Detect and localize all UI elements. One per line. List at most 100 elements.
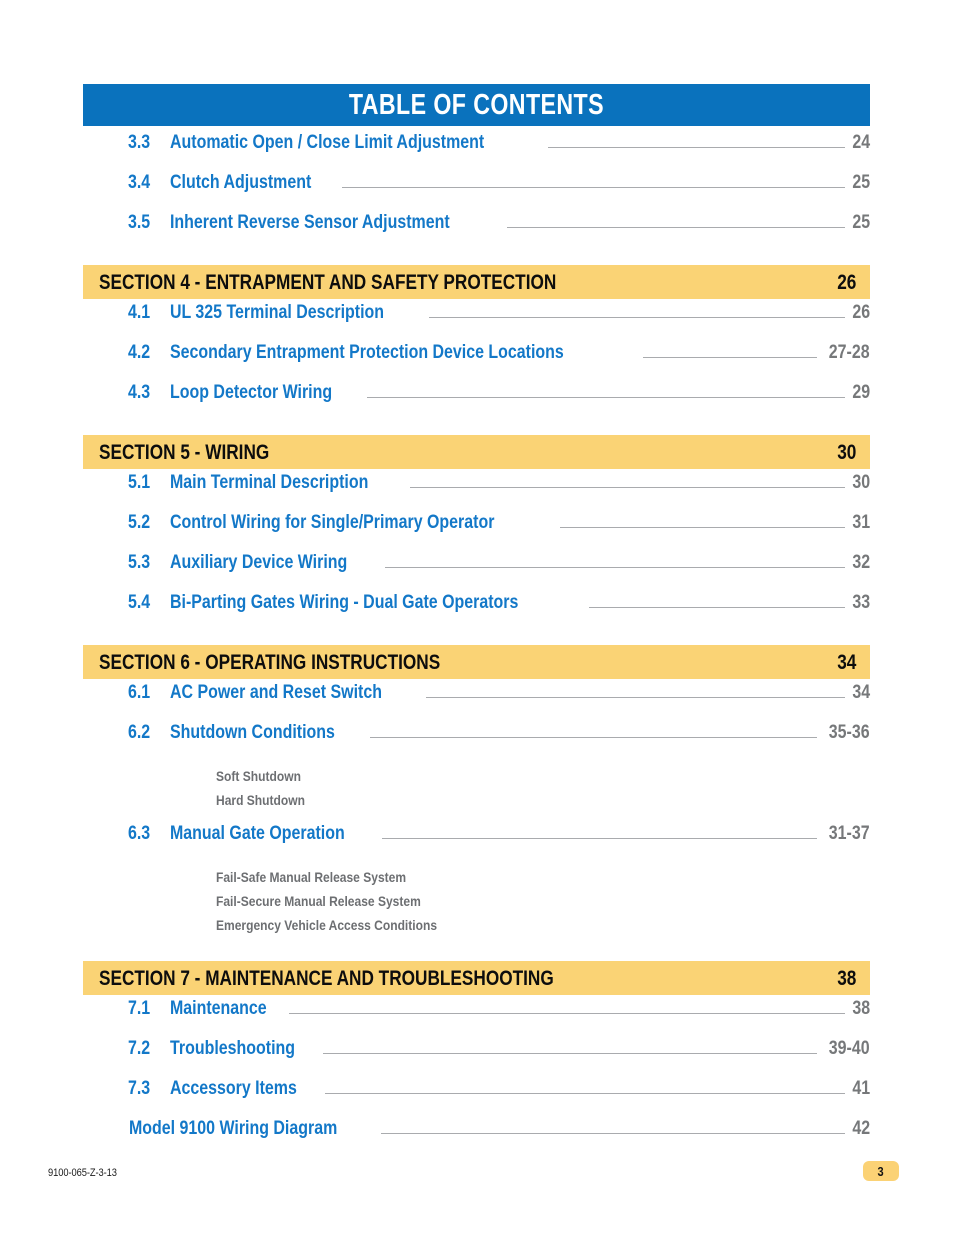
section-header-page-number: 34 [836, 650, 856, 674]
page-title: TABLE OF CONTENTS [348, 88, 605, 121]
toc-entry-page-number: 33 [852, 592, 870, 613]
toc-leader-line [410, 486, 845, 488]
toc-leader-line [381, 837, 818, 839]
toc-leader-line [506, 226, 845, 228]
toc-entry-title: Automatic Open / Close Limit Adjustment [170, 132, 485, 153]
section-header-title: SECTION 6 - OPERATING INSTRUCTIONS [99, 650, 441, 674]
toc-entry-number: 7.2 [128, 1038, 151, 1059]
section-header-title: SECTION 7 - MAINTENANCE AND TROUBLESHOOT… [99, 966, 554, 990]
toc-entry-title: Maintenance [170, 998, 267, 1019]
toc-entry-number: 3.5 [128, 212, 151, 233]
toc-leader-line [548, 146, 845, 148]
toc-entry-page-number: 31 [852, 512, 870, 533]
toc-entry-row[interactable]: 4.2 Secondary Entrapment Protection Devic… [83, 343, 870, 383]
table-of-contents-list: 3.3 Automatic Open / Close Limit Adjustme… [83, 133, 870, 1159]
toc-entry-row[interactable]: 4.1 UL 325 Terminal Description 26 [83, 303, 870, 343]
toc-leader-line [322, 1052, 818, 1054]
toc-entry-row[interactable]: 6.2 Shutdown Conditions 35-36 [83, 723, 870, 763]
section-header-bar[interactable]: SECTION 6 - OPERATING INSTRUCTIONS 34 [83, 645, 870, 679]
toc-leader-line [370, 736, 818, 738]
toc-entry-title: Inherent Reverse Sensor Adjustment [170, 212, 450, 233]
toc-entry-page-number: 27-28 [829, 342, 870, 363]
toc-entry-row[interactable]: 3.5 Inherent Reverse Sensor Adjustment 25 [83, 213, 870, 253]
toc-entry-title: Clutch Adjustment [170, 172, 312, 193]
toc-entry-row[interactable]: 7.2 Troubleshooting 39-40 [83, 1039, 870, 1079]
toc-entry-title: Accessory Items [170, 1078, 297, 1099]
toc-leader-line [380, 1132, 845, 1134]
table-of-contents-header: TABLE OF CONTENTS [83, 84, 870, 126]
toc-entry-row[interactable]: 5.4 Bi-Parting Gates Wiring - Dual Gate O… [83, 593, 870, 633]
toc-leader-line [426, 696, 845, 698]
toc-entry-row[interactable]: 6.1 AC Power and Reset Switch 34 [83, 683, 870, 723]
section-header-title: SECTION 4 - ENTRAPMENT AND SAFETY PROTEC… [99, 270, 557, 294]
section-header-bar[interactable]: SECTION 5 - WIRING 30 [83, 435, 870, 469]
section-header-title: SECTION 5 - WIRING [99, 440, 270, 464]
toc-entry-page-number: 25 [852, 212, 870, 233]
page-number-value: 3 [877, 1163, 885, 1179]
section-header-bar[interactable]: SECTION 7 - MAINTENANCE AND TROUBLESHOOT… [83, 961, 870, 995]
toc-entry-number: 6.2 [128, 722, 151, 743]
toc-entry-row[interactable]: Model 9100 Wiring Diagram 42 [83, 1119, 870, 1159]
toc-entry-row[interactable]: 3.3 Automatic Open / Close Limit Adjustme… [83, 133, 870, 173]
toc-subitem[interactable]: Emergency Vehicle Access Conditions [216, 913, 778, 937]
toc-leader-line [428, 316, 845, 318]
toc-entry-row[interactable]: 7.1 Maintenance 38 [83, 999, 870, 1039]
toc-subitem-gap [83, 937, 870, 949]
toc-entry-page-number: 31-37 [829, 823, 870, 844]
toc-entry-page-number: 29 [852, 382, 870, 403]
toc-entry-title: Secondary Entrapment Protection Device L… [170, 342, 564, 363]
section-header-page-number: 26 [836, 270, 856, 294]
toc-entry-page-number: 32 [852, 552, 870, 573]
toc-entry-row[interactable]: 3.4 Clutch Adjustment 25 [83, 173, 870, 213]
toc-entry-row[interactable]: 4.3 Loop Detector Wiring 29 [83, 383, 870, 423]
toc-leader-line [588, 606, 845, 608]
toc-entry-number: 7.1 [128, 998, 151, 1019]
toc-entry-row[interactable]: 7.3 Accessory Items 41 [83, 1079, 870, 1119]
toc-entry-number: 7.3 [128, 1078, 151, 1099]
toc-entry-row[interactable]: 5.3 Auxiliary Device Wiring 32 [83, 553, 870, 593]
toc-entry-title: Manual Gate Operation [170, 823, 345, 844]
toc-subitem-list: Fail-Safe Manual Release System Fail-Secu… [83, 864, 870, 937]
toc-entry-number: 4.2 [128, 342, 151, 363]
toc-entry-number: 5.1 [128, 472, 151, 493]
section-header-page-number: 38 [836, 966, 856, 990]
toc-entry-page-number: 30 [852, 472, 870, 493]
toc-entry-title: Auxiliary Device Wiring [170, 552, 348, 573]
toc-subitem[interactable]: Soft Shutdown [216, 764, 778, 788]
toc-leader-line [367, 396, 845, 398]
toc-leader-line [289, 1012, 845, 1014]
footer-document-code: 9100-065-Z-3-13 [48, 1167, 117, 1179]
toc-entry-number: 3.3 [128, 132, 151, 153]
toc-entry-number: 5.4 [128, 592, 151, 613]
toc-subitem[interactable]: Hard Shutdown [216, 788, 778, 812]
toc-entry-number: 4.3 [128, 382, 151, 403]
toc-entry-number: 4.1 [128, 302, 151, 323]
toc-entry-title: Bi-Parting Gates Wiring - Dual Gate Oper… [170, 592, 519, 613]
toc-entry-title: Control Wiring for Single/Primary Operat… [170, 512, 495, 533]
toc-entry-title: Troubleshooting [170, 1038, 296, 1059]
toc-entry-number: 5.2 [128, 512, 151, 533]
toc-entry-page-number: 24 [852, 132, 870, 153]
toc-subitem[interactable]: Fail-Safe Manual Release System [216, 865, 778, 889]
toc-subitem-list: Soft Shutdown Hard Shutdown [83, 763, 870, 812]
toc-entry-title: Loop Detector Wiring [170, 382, 333, 403]
toc-entry-row[interactable]: 5.2 Control Wiring for Single/Primary Ope… [83, 513, 870, 553]
toc-entry-page-number: 35-36 [829, 722, 870, 743]
toc-entry-title: Shutdown Conditions [170, 722, 335, 743]
toc-entry-page-number: 39-40 [829, 1038, 870, 1059]
toc-entry-title: UL 325 Terminal Description [170, 302, 385, 323]
toc-entry-row[interactable]: 5.1 Main Terminal Description 30 [83, 473, 870, 513]
toc-entry-number: 6.1 [128, 682, 151, 703]
toc-entry-row[interactable]: 6.3 Manual Gate Operation 31-37 [83, 824, 870, 864]
section-header-bar[interactable]: SECTION 4 - ENTRAPMENT AND SAFETY PROTEC… [83, 265, 870, 299]
toc-entry-page-number: 41 [852, 1078, 870, 1099]
toc-leader-line [342, 186, 845, 188]
toc-leader-line [325, 1092, 845, 1094]
toc-subitem[interactable]: Fail-Secure Manual Release System [216, 889, 778, 913]
toc-entry-number: 5.3 [128, 552, 151, 573]
toc-entry-number: 3.4 [128, 172, 151, 193]
section-header-page-number: 30 [836, 440, 856, 464]
toc-entry-page-number: 25 [852, 172, 870, 193]
toc-entry-title: AC Power and Reset Switch [170, 682, 382, 703]
toc-entry-number: 6.3 [128, 823, 151, 844]
